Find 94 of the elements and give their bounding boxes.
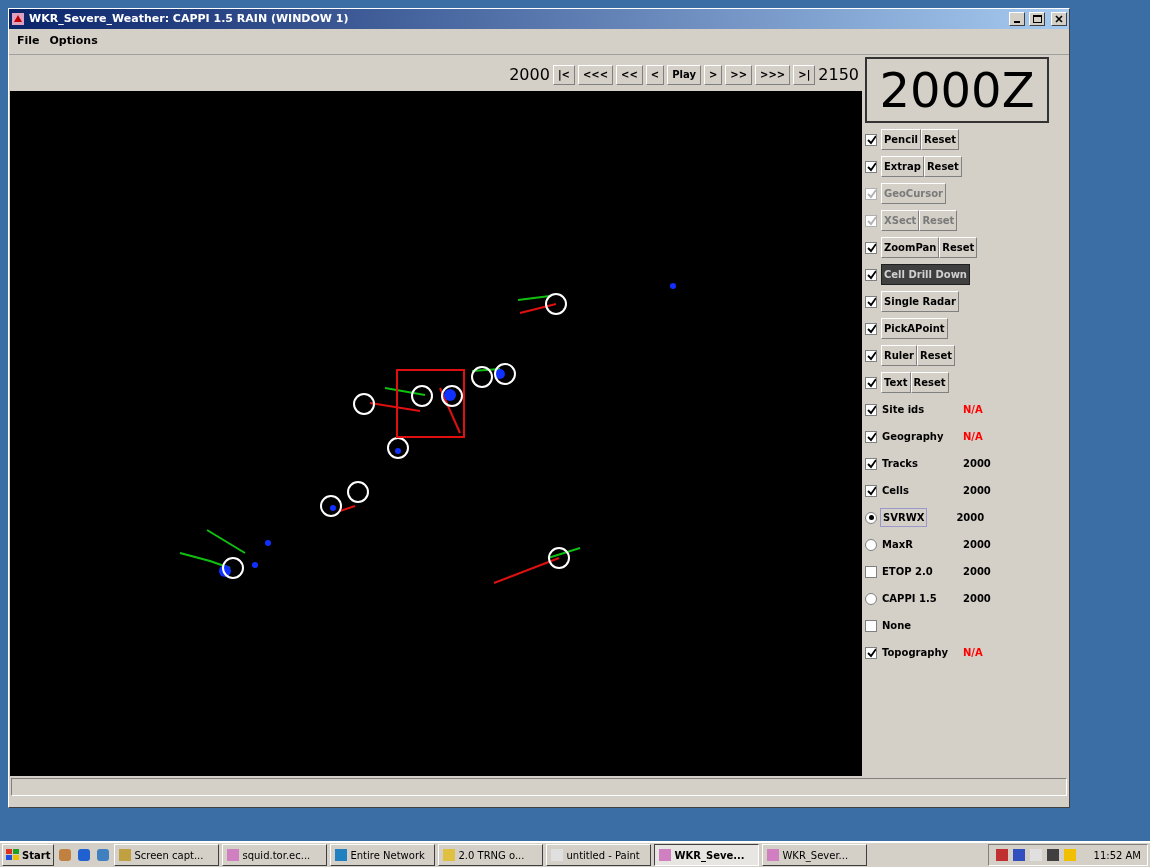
layer-time: 2000 — [963, 592, 991, 606]
playback-button[interactable]: >>> — [755, 65, 791, 85]
playback-button[interactable]: <<< — [577, 65, 614, 85]
checkbox[interactable] — [865, 241, 877, 254]
tool-button[interactable]: PickAPoint — [881, 318, 948, 339]
checkbox[interactable] — [865, 349, 877, 362]
windows-logo-icon — [6, 849, 20, 861]
tool-button[interactable]: Text — [881, 372, 911, 393]
close-button[interactable] — [1051, 12, 1067, 26]
playback-button[interactable]: |< — [552, 65, 575, 85]
menu-item[interactable]: Options — [49, 33, 98, 50]
reset-button[interactable]: Reset — [923, 156, 962, 177]
taskbar-button[interactable]: Screen capt... — [114, 844, 220, 866]
clock: 11:52 AM — [1093, 848, 1141, 863]
current-time-display: 2000Z — [865, 57, 1049, 123]
tool-button[interactable]: Single Radar — [881, 291, 959, 312]
layer-time: 2000 — [963, 457, 991, 471]
app-icon — [658, 848, 673, 862]
layer-label: None — [881, 619, 913, 633]
checkbox[interactable] — [865, 133, 877, 146]
quick-launch-icon[interactable] — [76, 847, 93, 863]
taskbar-button[interactable]: 2.0 TRNG o... — [438, 844, 544, 866]
layer-label: Tracks — [881, 457, 919, 471]
layer-label: MaxR — [881, 538, 914, 552]
checkbox[interactable] — [865, 484, 877, 497]
layer-time: 2000 — [963, 538, 991, 552]
playback-button[interactable]: >> — [725, 65, 753, 85]
maximize-button[interactable] — [1029, 12, 1045, 26]
checkbox[interactable] — [865, 430, 877, 443]
radio-button[interactable] — [865, 592, 877, 605]
close-icon — [1055, 15, 1063, 23]
checkbox[interactable] — [865, 403, 877, 416]
playback-button[interactable]: Play — [667, 65, 701, 85]
checkbox[interactable] — [865, 295, 877, 308]
checkbox[interactable] — [865, 322, 877, 335]
layer-time: 2000 — [956, 511, 985, 525]
layer-label: SVRWX — [880, 508, 928, 527]
playback-button[interactable]: > — [703, 65, 723, 85]
taskbar-button[interactable]: untitled - Paint — [546, 844, 652, 866]
checkbox[interactable] — [865, 376, 877, 389]
playback-button[interactable]: < — [645, 65, 665, 85]
layer-time: N/A — [963, 646, 983, 660]
minimize-button[interactable] — [1009, 12, 1025, 26]
app-icon — [226, 848, 241, 862]
tray-icon[interactable] — [994, 848, 1009, 862]
checkbox[interactable] — [865, 646, 877, 659]
reset-button[interactable]: Reset — [910, 372, 949, 393]
start-button[interactable]: Start — [2, 844, 55, 866]
taskbar-button[interactable]: Entire Network — [330, 844, 436, 866]
playback-button[interactable]: << — [616, 65, 643, 85]
tool-button[interactable]: Cell Drill Down — [881, 264, 970, 285]
menu-item[interactable]: File — [17, 33, 40, 50]
tool-button[interactable]: Extrap — [881, 156, 924, 177]
layer-time: 2000 — [963, 484, 991, 498]
app-icon — [442, 848, 457, 862]
radio-button[interactable] — [865, 511, 877, 524]
tool-button[interactable]: Pencil — [881, 129, 921, 150]
tray-icon[interactable] — [1045, 848, 1060, 862]
start-time-label: 2000 — [509, 64, 550, 86]
window-title: WKR_Severe_Weather: CAPPI 1.5 RAIN (WINDOW 1) — [29, 10, 349, 27]
taskbar-button[interactable]: squid.tor.ec... — [222, 844, 328, 866]
checkbox[interactable] — [865, 619, 877, 632]
app-icon — [766, 848, 781, 862]
reset-button[interactable]: Reset — [916, 345, 955, 366]
radio-button[interactable] — [865, 538, 877, 551]
layer-time: N/A — [963, 430, 983, 444]
reset-button[interactable]: Reset — [921, 129, 959, 150]
tray-icon[interactable] — [1011, 848, 1026, 862]
taskbar-button[interactable]: WKR_Seve... — [654, 844, 760, 866]
checkbox[interactable] — [865, 268, 877, 281]
tool-button[interactable]: Ruler — [881, 345, 917, 366]
layer-label: Cells — [881, 484, 910, 498]
checkbox[interactable] — [865, 565, 877, 578]
app-icon — [550, 848, 565, 862]
app-icon — [334, 848, 349, 862]
layer-label: Topography — [881, 646, 950, 660]
maximize-icon — [1032, 15, 1042, 23]
quick-launch-icon[interactable] — [95, 847, 112, 863]
layer-label: CAPPI 1.5 — [881, 592, 938, 606]
reset-button[interactable]: Reset — [939, 237, 978, 258]
app-icon — [11, 12, 25, 26]
playback-button[interactable]: >| — [793, 65, 816, 85]
layer-time: 2000 — [963, 565, 991, 579]
taskbar-button[interactable]: WKR_Sever... — [762, 844, 868, 866]
layer-label: Site ids — [881, 403, 926, 417]
checkbox[interactable] — [865, 160, 877, 173]
layer-time: N/A — [963, 403, 983, 417]
tool-button[interactable]: ZoomPan — [881, 237, 940, 258]
selection-box — [396, 369, 465, 438]
app-icon — [118, 848, 133, 862]
layer-label: Geography — [881, 430, 945, 444]
end-time-label: 2150 — [818, 64, 859, 86]
layer-label: ETOP 2.0 — [881, 565, 934, 579]
checkbox[interactable] — [865, 457, 877, 470]
